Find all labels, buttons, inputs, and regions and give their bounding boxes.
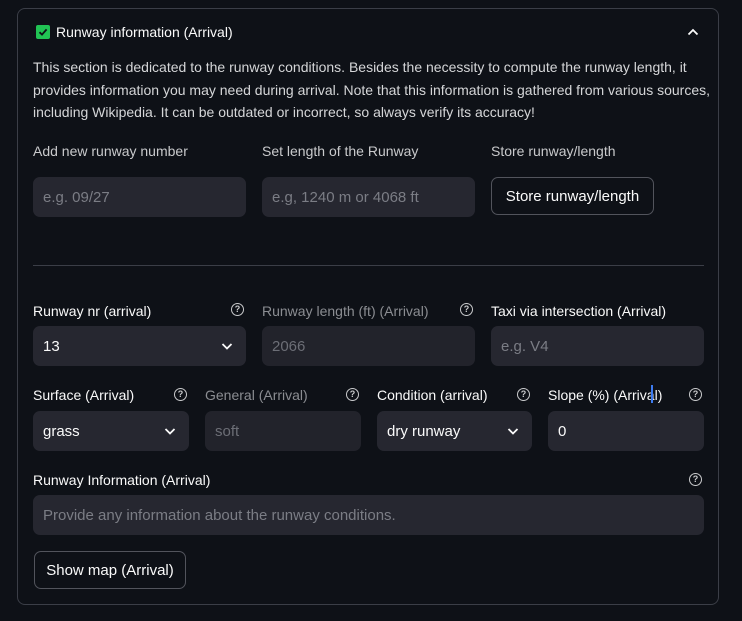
chevron-down-icon xyxy=(164,428,176,435)
divider xyxy=(33,265,704,266)
slope-value: 0 xyxy=(558,422,567,440)
section-description: This section is dedicated to the runway … xyxy=(33,59,710,120)
runway-length-input[interactable]: e.g, 1240 m or 4068 ft xyxy=(262,177,475,217)
runway-length-set-label: Set length of the Runway xyxy=(262,143,419,159)
text-cursor xyxy=(651,385,653,403)
chevron-up-icon[interactable] xyxy=(686,25,700,39)
chevron-down-icon xyxy=(507,428,519,435)
slope-input[interactable]: 0 xyxy=(548,411,704,451)
surface-select[interactable]: grass xyxy=(33,411,189,451)
runway-length-field: 2066 xyxy=(262,326,475,366)
general-label: General (Arrival) xyxy=(205,387,308,403)
help-icon[interactable]: ? xyxy=(346,388,359,401)
condition-value: dry runway xyxy=(387,422,461,440)
surface-value: grass xyxy=(43,422,80,440)
store-runway-button[interactable]: Store runway/length xyxy=(491,177,654,215)
slope-label: Slope (%) (Arrival) xyxy=(548,387,663,403)
general-field: soft xyxy=(205,411,361,451)
chevron-down-icon xyxy=(221,343,233,350)
runway-information-input[interactable]: Provide any information about the runway… xyxy=(33,495,704,535)
help-icon[interactable]: ? xyxy=(517,388,530,401)
help-icon[interactable]: ? xyxy=(460,303,473,316)
runway-nr-value: 13 xyxy=(43,337,60,355)
condition-select[interactable]: dry runway xyxy=(377,411,532,451)
runway-length-label: Runway length (ft) (Arrival) xyxy=(262,303,429,319)
general-value: soft xyxy=(215,422,240,440)
checkbox-icon[interactable] xyxy=(36,25,50,39)
help-icon[interactable]: ? xyxy=(231,303,244,316)
runway-information-placeholder: Provide any information about the runway… xyxy=(43,506,396,524)
runway-information-label: Runway Information (Arrival) xyxy=(33,472,211,488)
help-icon[interactable]: ? xyxy=(689,388,702,401)
runway-number-label: Add new runway number xyxy=(33,143,188,159)
show-map-button[interactable]: Show map (Arrival) xyxy=(34,551,186,589)
taxi-placeholder: e.g. V4 xyxy=(501,337,549,355)
store-label: Store runway/length xyxy=(491,143,616,159)
runway-number-placeholder: e.g. 09/27 xyxy=(43,188,110,206)
runway-number-input[interactable]: e.g. 09/27 xyxy=(33,177,246,217)
taxi-label: Taxi via intersection (Arrival) xyxy=(491,303,667,319)
runway-nr-label: Runway nr (arrival) xyxy=(33,303,152,319)
help-icon[interactable]: ? xyxy=(174,388,187,401)
runway-nr-select[interactable]: 13 xyxy=(33,326,246,366)
expander-title[interactable]: Runway information (Arrival) xyxy=(56,24,233,40)
help-icon[interactable]: ? xyxy=(689,473,702,486)
runway-length-placeholder: e.g, 1240 m or 4068 ft xyxy=(272,188,419,206)
runway-length-value: 2066 xyxy=(272,337,306,355)
taxi-input[interactable]: e.g. V4 xyxy=(491,326,704,366)
condition-label: Condition (arrival) xyxy=(377,387,488,403)
surface-label: Surface (Arrival) xyxy=(33,387,135,403)
